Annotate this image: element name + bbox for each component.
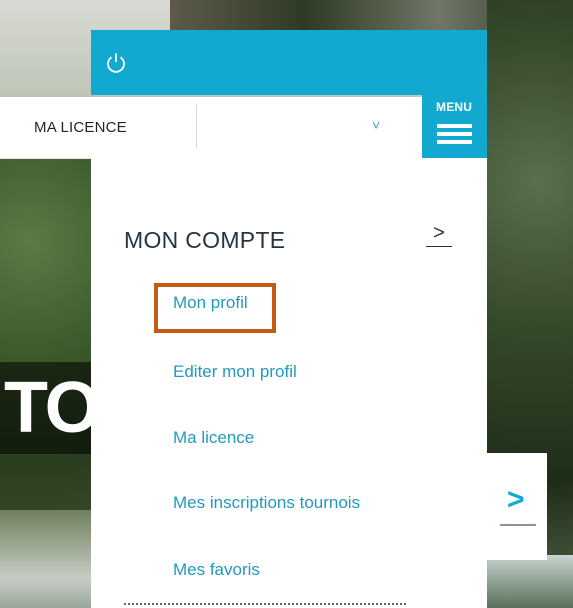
menu-label: MENU [436,100,473,114]
license-label: MA LICENCE [34,119,127,136]
license-selector[interactable]: MA LICENCE ˅ [0,97,430,159]
account-section-title[interactable]: MON COMPTE [124,227,285,254]
menu-button[interactable]: MENU [422,95,487,158]
chevron-down-icon[interactable]: ˅ [372,117,380,133]
highlight-box [154,283,276,333]
background-court-left [0,510,100,608]
chevron-right-icon[interactable]: > [426,222,452,247]
power-icon[interactable] [104,51,128,75]
license-divider [196,105,197,149]
link-inscriptions-tournois[interactable]: Mes inscriptions tournois [173,493,360,513]
menu-bottom-divider [124,603,406,605]
link-ma-licence[interactable]: Ma licence [173,428,254,448]
user-topbar [91,30,487,95]
account-menu-panel: MON COMPTE > Mon profil Editer mon profi… [91,158,487,608]
link-editer-profil[interactable]: Editer mon profil [173,362,297,382]
chevron-right-icon: > [507,483,525,516]
link-mes-favoris[interactable]: Mes favoris [173,560,260,580]
hamburger-icon [437,124,472,148]
background-court-right [487,555,573,608]
slider-next-button[interactable]: > [487,453,547,560]
slider-underline [500,524,536,526]
hero-heading: TOU [0,362,100,454]
section-arrow-glyph: > [433,222,445,244]
